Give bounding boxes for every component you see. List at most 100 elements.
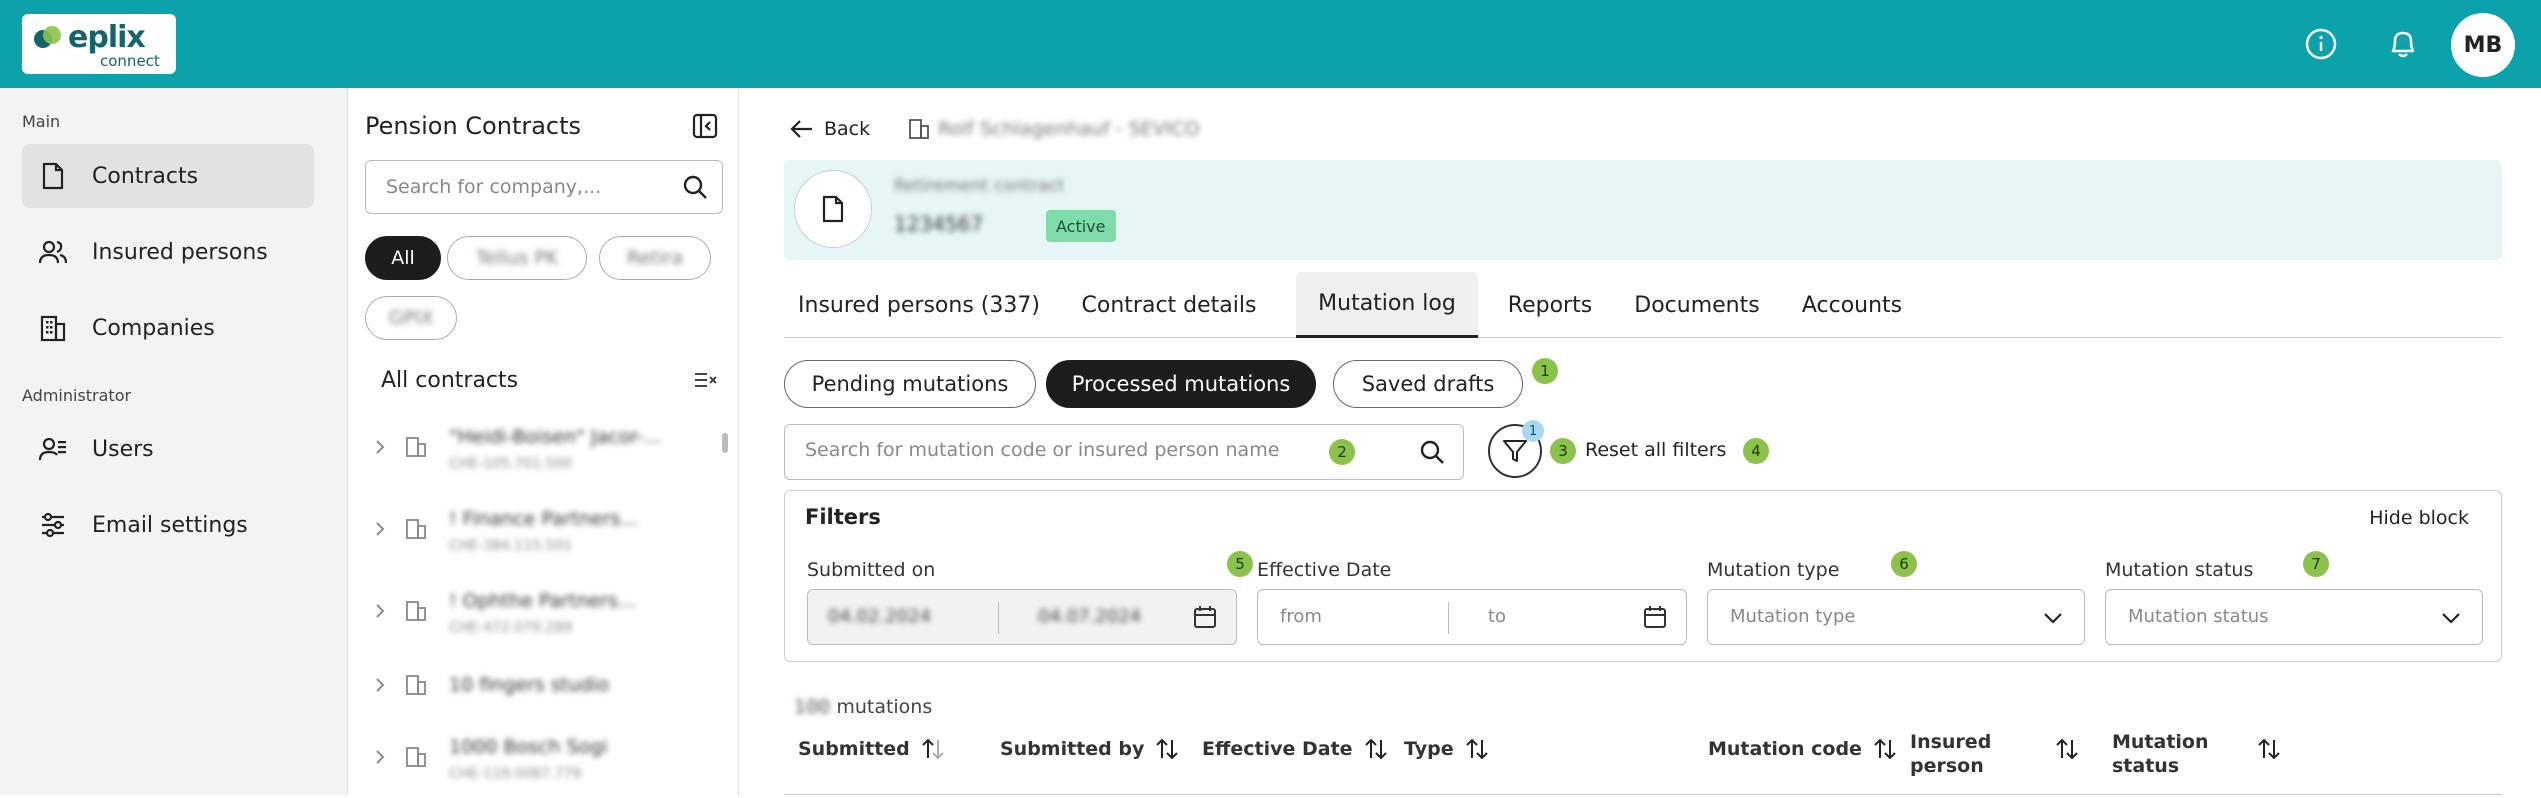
sidebar-section-main: Main bbox=[22, 112, 61, 131]
document-icon bbox=[38, 161, 68, 191]
calendar-icon[interactable] bbox=[1642, 604, 1668, 630]
chevron-right-icon[interactable] bbox=[371, 676, 389, 694]
status-badge: Active bbox=[1046, 210, 1116, 242]
top-bar: eplix connect MB bbox=[0, 0, 2541, 88]
chevron-right-icon[interactable] bbox=[371, 748, 389, 766]
users-icon bbox=[38, 237, 68, 267]
tab-reports[interactable]: Reports bbox=[1490, 272, 1610, 338]
company-search-input[interactable] bbox=[386, 176, 676, 198]
list-scrollbar[interactable] bbox=[722, 433, 728, 453]
building-icon bbox=[406, 747, 426, 767]
chevron-right-icon[interactable] bbox=[371, 520, 389, 538]
calendar-icon[interactable] bbox=[1192, 604, 1218, 630]
mutation-type-select[interactable]: Mutation type bbox=[1707, 589, 2085, 645]
filter-count-badge: 1 bbox=[1522, 420, 1544, 442]
contract-number: CHE-384.115.501 bbox=[449, 538, 573, 554]
chip-tellus[interactable]: Tellus PK bbox=[447, 236, 587, 280]
search-icon[interactable] bbox=[1419, 439, 1445, 465]
sort-icon[interactable] bbox=[1872, 736, 1898, 762]
column-submitted[interactable]: Submitted bbox=[798, 736, 946, 762]
filters-block: Filters Hide block Submitted on 5 04.02.… bbox=[784, 490, 2502, 662]
sort-icon[interactable] bbox=[1154, 736, 1180, 762]
chevron-down-icon bbox=[2044, 613, 2062, 624]
sidebar-item-users[interactable]: Users bbox=[22, 417, 314, 481]
saved-drafts-button[interactable]: Saved drafts bbox=[1333, 360, 1523, 408]
column-mutation-status[interactable]: Mutation status bbox=[2112, 730, 2232, 778]
sidebar-item-label: Users bbox=[92, 436, 154, 462]
effective-to-input[interactable]: to bbox=[1488, 606, 1506, 627]
info-icon[interactable] bbox=[2301, 24, 2341, 64]
sidebar-section-admin: Administrator bbox=[22, 386, 132, 405]
contract-row[interactable]: ! Finance Partners... CHE-384.115.501 bbox=[371, 500, 711, 570]
column-mutation-code[interactable]: Mutation code bbox=[1708, 736, 1898, 762]
chevron-down-icon bbox=[2442, 613, 2460, 624]
effective-from-input[interactable]: from bbox=[1280, 606, 1322, 627]
contract-row[interactable]: ! Ophthe Partners... CHE-472.079.289 bbox=[371, 582, 711, 652]
mutation-status-select[interactable]: Mutation status bbox=[2105, 589, 2483, 645]
mutation-status-label: Mutation status bbox=[2105, 559, 2254, 581]
contract-type: Retirement contract bbox=[894, 176, 1065, 196]
submitted-from-value[interactable]: 04.02.2024 bbox=[828, 606, 931, 627]
tab-documents[interactable]: Documents bbox=[1622, 272, 1772, 338]
chip-all[interactable]: All bbox=[365, 236, 441, 280]
contract-row[interactable]: "Heidi-Boisen" Jacor-... CHE-105.701.500 bbox=[371, 418, 711, 488]
sidebar-item-companies[interactable]: Companies bbox=[22, 296, 314, 360]
sort-icon[interactable] bbox=[1363, 736, 1389, 762]
hide-block-button[interactable]: Hide block bbox=[2369, 507, 2469, 529]
pending-mutations-button[interactable]: Pending mutations bbox=[784, 360, 1036, 408]
bell-icon[interactable] bbox=[2383, 24, 2423, 64]
contract-number: CHE-119.0087.779 bbox=[449, 766, 582, 782]
building-icon bbox=[406, 675, 426, 695]
list-filter-icon[interactable] bbox=[694, 370, 718, 394]
column-effective-date[interactable]: Effective Date bbox=[1202, 736, 1389, 762]
sort-icon[interactable] bbox=[1464, 736, 1490, 762]
column-insured-person[interactable]: Insured person bbox=[1910, 730, 2030, 778]
contract-number: CHE-472.079.289 bbox=[449, 620, 573, 636]
logo-brand: eplix bbox=[68, 20, 146, 55]
column-submitted-by[interactable]: Submitted by bbox=[1000, 736, 1180, 762]
sort-icon[interactable] bbox=[920, 736, 946, 762]
submitted-on-range[interactable]: 04.02.2024 04.07.2024 bbox=[807, 589, 1237, 645]
step-badge-6: 6 bbox=[1891, 551, 1917, 577]
collapse-panel-icon[interactable] bbox=[691, 112, 719, 140]
chevron-right-icon[interactable] bbox=[371, 438, 389, 456]
submitted-to-value[interactable]: 04.07.2024 bbox=[1038, 606, 1141, 627]
sidebar-item-insured-persons[interactable]: Insured persons bbox=[22, 220, 314, 284]
contract-row[interactable]: 10 fingers studio bbox=[371, 664, 711, 734]
contract-row[interactable]: 1000 Bosch Sogi CHE-119.0087.779 bbox=[371, 728, 711, 798]
sort-icon[interactable] bbox=[2054, 736, 2080, 762]
sort-icon[interactable] bbox=[2256, 736, 2282, 762]
tab-insured-persons[interactable]: Insured persons (337) bbox=[784, 272, 1054, 338]
mutation-search-field[interactable]: 2 bbox=[784, 424, 1464, 480]
user-avatar[interactable]: MB bbox=[2451, 13, 2515, 77]
sidebar-item-label: Insured persons bbox=[92, 239, 268, 265]
building-icon bbox=[909, 119, 929, 139]
sidebar-item-contracts[interactable]: Contracts bbox=[22, 144, 314, 208]
sidebar-item-label: Companies bbox=[92, 315, 215, 341]
step-badge-3: 3 bbox=[1550, 438, 1576, 464]
arrow-left-icon bbox=[790, 120, 812, 138]
chevron-right-icon[interactable] bbox=[371, 602, 389, 620]
tab-mutation-log[interactable]: Mutation log bbox=[1296, 272, 1478, 338]
tab-contract-details[interactable]: Contract details bbox=[1064, 272, 1274, 338]
mutation-search-input[interactable] bbox=[805, 439, 1325, 461]
reset-filters-button[interactable]: Reset all filters bbox=[1585, 439, 1726, 461]
chip-gpix[interactable]: GPIX bbox=[365, 296, 457, 340]
logo-mark-icon bbox=[34, 26, 61, 48]
building-icon bbox=[406, 601, 426, 621]
processed-mutations-button[interactable]: Processed mutations bbox=[1046, 360, 1316, 408]
contract-number: 1234567 bbox=[894, 212, 984, 236]
back-button[interactable]: Back bbox=[790, 118, 870, 140]
chip-retira[interactable]: Retira bbox=[599, 236, 711, 280]
effective-date-range[interactable]: from to bbox=[1257, 589, 1687, 645]
building-icon bbox=[38, 313, 68, 343]
company-search-field[interactable] bbox=[365, 160, 723, 214]
column-type[interactable]: Type bbox=[1404, 736, 1490, 762]
effective-date-label: Effective Date bbox=[1257, 559, 1392, 581]
sidebar-item-email-settings[interactable]: Email settings bbox=[22, 493, 314, 557]
search-icon[interactable] bbox=[682, 174, 708, 204]
tab-accounts[interactable]: Accounts bbox=[1784, 272, 1920, 338]
contracts-panel: Pension Contracts All Tellus PK Retira G… bbox=[349, 88, 739, 795]
eplix-logo[interactable]: eplix connect bbox=[22, 14, 176, 74]
filter-icon bbox=[1503, 440, 1527, 462]
